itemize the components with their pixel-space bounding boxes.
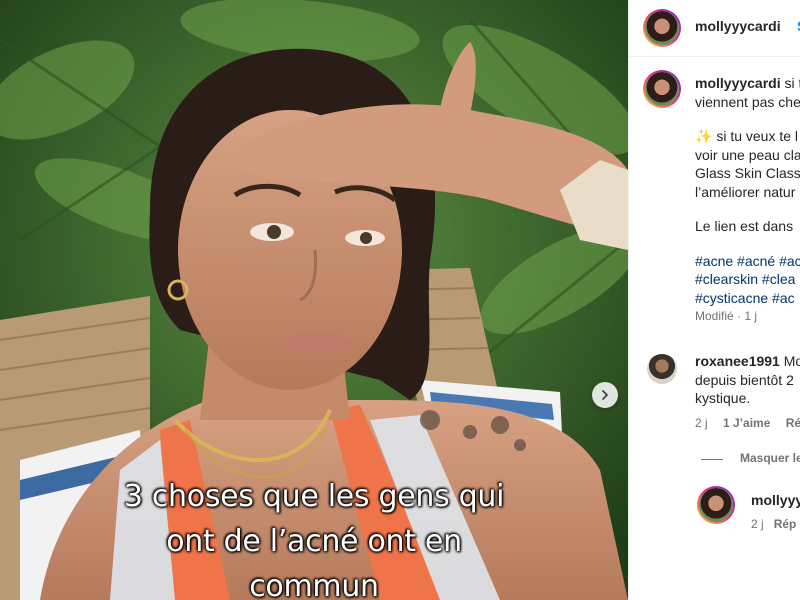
caption-time[interactable]: 1 j — [744, 309, 757, 323]
overlay-line: 3 choses que les gens qui — [123, 479, 505, 514]
overlay-line: commun — [249, 569, 379, 600]
hide-replies-button[interactable]: Masquer le — [740, 451, 800, 465]
video-caption-overlay: 3 choses que les gens qui ont de l’acné … — [40, 474, 588, 600]
comment-reply-button[interactable]: Rép — [786, 416, 800, 430]
comment-time[interactable]: 2 j — [695, 416, 708, 430]
reply-reply-button[interactable]: Rép — [774, 517, 797, 531]
reply-avatar[interactable] — [697, 486, 735, 524]
chevron-right-icon — [602, 390, 609, 400]
caption-text: si t — [784, 75, 800, 91]
reply-username[interactable]: mollyyy — [751, 492, 800, 508]
post-header: mollyyycardi S — [629, 0, 800, 57]
caption-text: Glass Skin Class — [695, 165, 800, 181]
caption-meta: Modifié · 1 j — [695, 309, 758, 323]
edited-label: Modifié — [695, 309, 734, 323]
caption-text: voir une peau cla — [695, 146, 800, 163]
caption-text: viennent pas che — [695, 93, 800, 110]
avatar[interactable] — [643, 9, 681, 47]
comment-body: roxanee1991 Mo depuis bientôt 2 kystique… — [695, 352, 800, 408]
comment-meta: 2 j 1 J’aime Rép — [695, 416, 800, 430]
replies-divider — [701, 459, 723, 460]
hashtag-line[interactable]: #clearskin #clea — [695, 270, 800, 289]
comment-likes[interactable]: 1 J’aime — [723, 416, 770, 430]
caption-username[interactable]: mollyyycardi — [695, 75, 781, 91]
caption-text: l’améliorer natur — [695, 183, 796, 200]
hashtag-line[interactable]: #cysticacne #ac — [695, 289, 800, 308]
hashtag-line[interactable]: #acne #acné #ac — [695, 252, 800, 271]
caption-text: Le lien est dans — [695, 218, 794, 234]
reply-meta: 2 j Rép — [751, 517, 796, 531]
post-media[interactable]: 3 choses que les gens qui ont de l’acné … — [0, 0, 628, 600]
comment-username[interactable]: roxanee1991 — [695, 353, 780, 369]
comment-text: depuis bientôt 2 — [695, 371, 794, 388]
comment-avatar[interactable] — [647, 354, 677, 384]
next-slide-button[interactable] — [592, 382, 618, 408]
comment-text: kystique. — [695, 390, 751, 406]
caption-avatar[interactable] — [643, 70, 681, 108]
reply-time[interactable]: 2 j — [751, 517, 764, 531]
post-details-panel: mollyyycardi S mollyyycardi si t viennen… — [628, 0, 800, 600]
post-caption: mollyyycardi si t viennent pas che ✨ si … — [695, 74, 800, 326]
caption-text: ✨ si tu veux te l — [695, 128, 799, 144]
overlay-line: ont de l’acné ont en — [166, 524, 462, 559]
header-username[interactable]: mollyyycardi — [695, 18, 781, 34]
comment-text: Mo — [783, 353, 800, 369]
